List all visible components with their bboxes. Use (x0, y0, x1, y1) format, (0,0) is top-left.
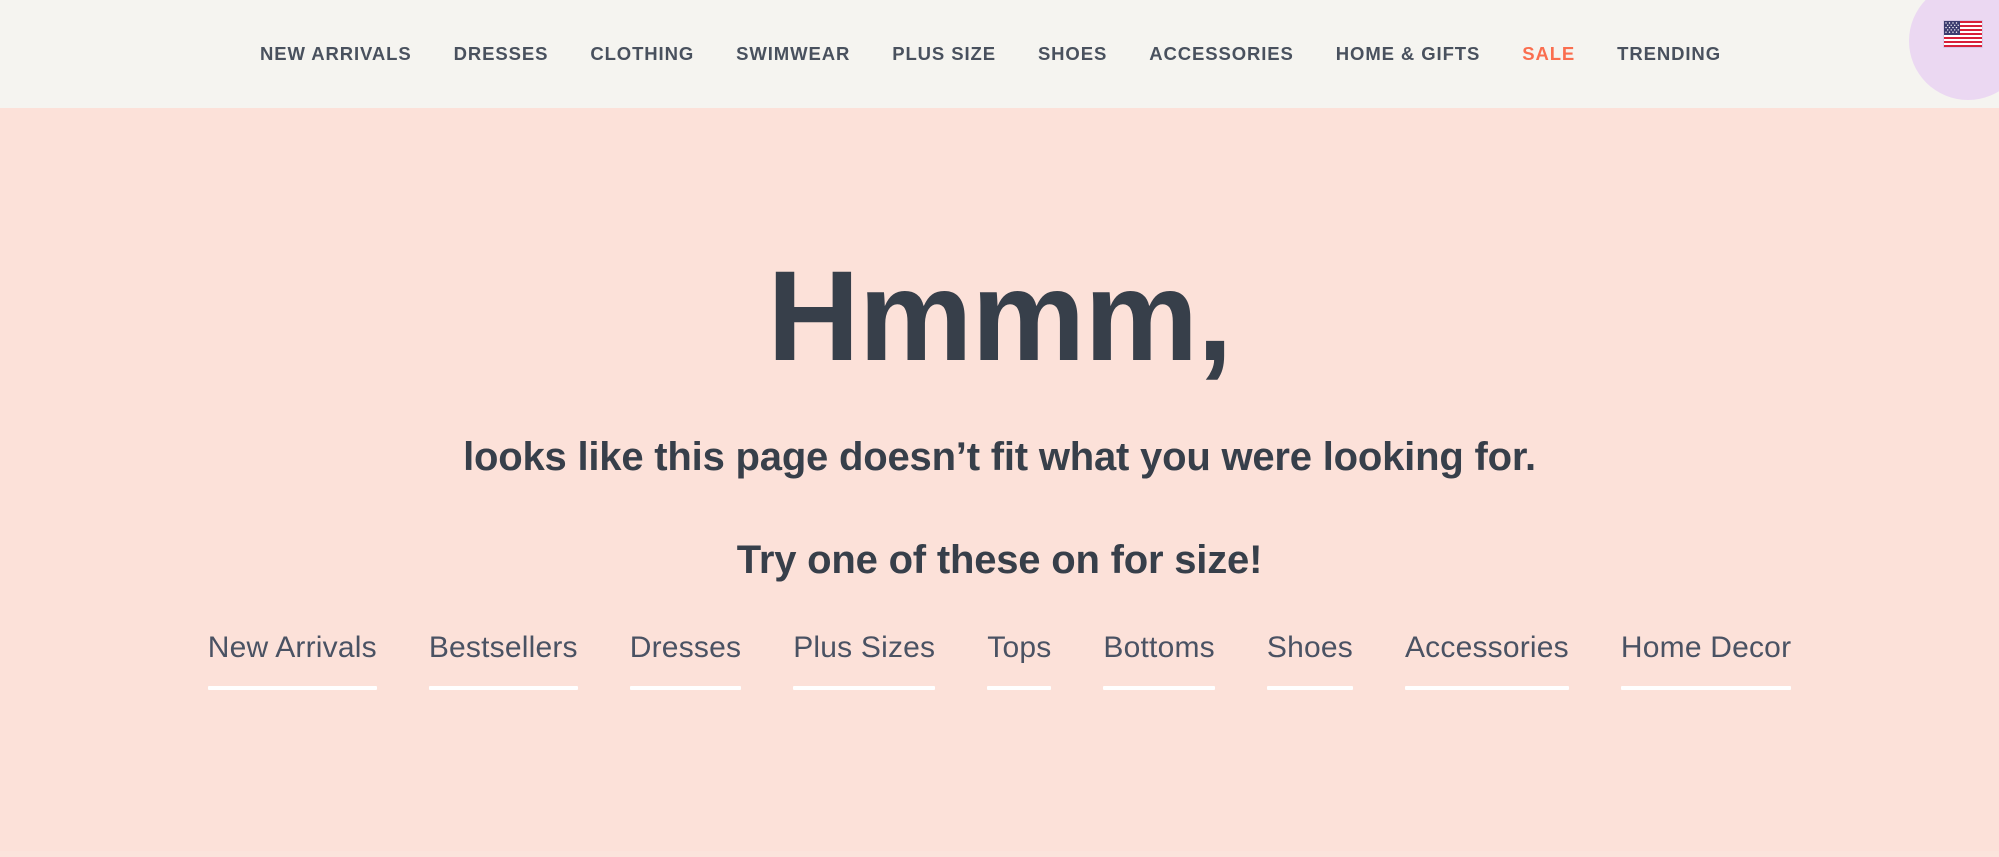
nav-item-home-gifts[interactable]: HOME & GIFTS (1315, 44, 1501, 64)
error-page-main: Hmmm, looks like this page doesn’t fit w… (0, 108, 1999, 857)
nav-item-shoes[interactable]: SHOES (1017, 44, 1128, 64)
nav-item-dresses[interactable]: DRESSES (433, 44, 570, 64)
error-subtitle: looks like this page doesn’t fit what yo… (463, 435, 1536, 479)
nav-item-swimwear[interactable]: SWIMWEAR (715, 44, 871, 64)
page-root: NEW ARRIVALS DRESSES CLOTHING SWIMWEAR PLUS … (0, 0, 1999, 857)
quick-link-accessories[interactable]: Accessories (1379, 632, 1595, 690)
quick-link-label: New Arrivals (207, 631, 377, 664)
quick-link-underline (1620, 685, 1792, 690)
quick-link-dresses[interactable]: Dresses (604, 632, 767, 690)
quick-link-underline (1404, 685, 1569, 690)
quick-link-label: Dresses (629, 631, 742, 664)
quick-link-underline (428, 685, 578, 690)
nav-item-sale[interactable]: SALE (1501, 44, 1596, 64)
quick-link-label: Shoes (1266, 631, 1353, 664)
quick-link-label: Home Decor (1620, 631, 1792, 664)
primary-navigation: NEW ARRIVALS DRESSES CLOTHING SWIMWEAR PLUS … (239, 44, 1742, 64)
page-title: Hmmm, (767, 245, 1232, 388)
quick-link-bottoms[interactable]: Bottoms (1077, 632, 1240, 690)
us-flag-icon (1943, 20, 1983, 48)
quick-link-underline (987, 685, 1052, 690)
quick-link-tops[interactable]: Tops (961, 632, 1077, 690)
nav-item-trending[interactable]: TRENDING (1596, 44, 1742, 64)
quick-link-shoes[interactable]: Shoes (1241, 632, 1379, 690)
bottom-divider (0, 851, 1999, 857)
quick-link-underline (793, 685, 936, 690)
site-header: NEW ARRIVALS DRESSES CLOTHING SWIMWEAR PLUS … (0, 0, 1999, 108)
suggestion-prompt: Try one of these on for size! (736, 538, 1263, 582)
quick-link-new-arrivals[interactable]: New Arrivals (182, 632, 403, 690)
quick-link-underline (207, 685, 377, 690)
quick-link-underline (1103, 685, 1215, 690)
quick-link-label: Bestsellers (428, 631, 578, 664)
quick-link-label: Tops (987, 631, 1052, 664)
nav-item-clothing[interactable]: CLOTHING (569, 44, 715, 64)
quick-link-plus-sizes[interactable]: Plus Sizes (767, 632, 961, 690)
quick-link-label: Accessories (1404, 631, 1569, 664)
locale-selector-badge[interactable] (1909, 0, 1999, 100)
nav-item-accessories[interactable]: ACCESSORIES (1128, 44, 1315, 64)
quick-link-bestsellers[interactable]: Bestsellers (403, 632, 604, 690)
quick-link-label: Plus Sizes (793, 631, 936, 664)
quick-links-row: New Arrivals Bestsellers Dresses Plus Sizes… (0, 584, 1999, 690)
quick-link-underline (629, 685, 742, 690)
quick-link-underline (1266, 685, 1353, 690)
quick-link-home-decor[interactable]: Home Decor (1595, 632, 1817, 690)
nav-item-plus-size[interactable]: PLUS SIZE (871, 44, 1017, 64)
nav-item-new-arrivals[interactable]: NEW ARRIVALS (239, 44, 433, 64)
quick-link-label: Bottoms (1103, 631, 1215, 664)
